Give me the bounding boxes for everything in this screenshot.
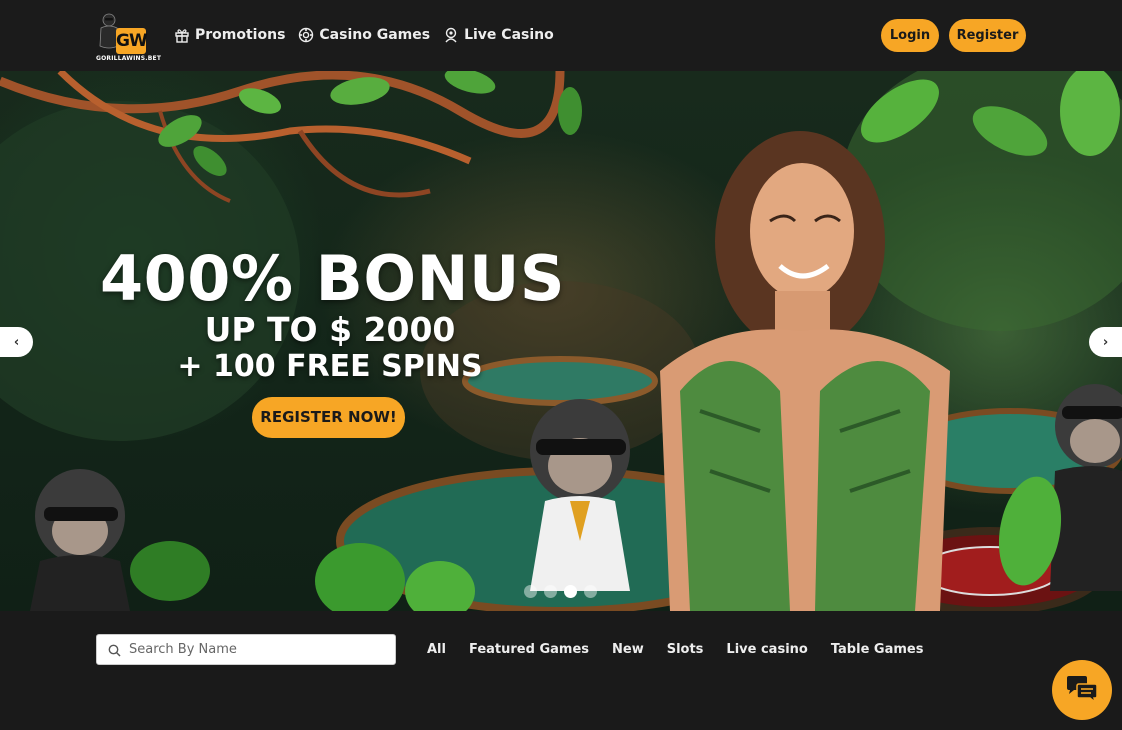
chat-bubbles-icon	[1067, 676, 1098, 704]
site-header: GW GORILLAWINS.BET Promotions Casino Gam…	[0, 0, 1122, 71]
gift-icon	[175, 29, 189, 43]
hero-title: 400% BONUS	[100, 242, 565, 315]
register-now-button[interactable]: REGISTER NOW!	[252, 397, 405, 438]
tab-slots[interactable]: Slots	[667, 642, 704, 658]
live-chat-button[interactable]	[1052, 660, 1112, 720]
hero-subtitle-amount: UP TO $ 2000	[204, 310, 456, 349]
chevron-left-icon: ‹	[13, 334, 20, 350]
slider-prev-button[interactable]: ‹	[0, 327, 33, 357]
site-logo[interactable]: GW GORILLAWINS.BET	[96, 10, 162, 64]
nav-item-label: Promotions	[195, 27, 286, 43]
game-search	[96, 634, 396, 665]
tab-table-games[interactable]: Table Games	[831, 642, 924, 658]
nav-item-live-casino[interactable]: Live Casino	[443, 25, 554, 45]
tab-featured-games[interactable]: Featured Games	[469, 642, 589, 658]
casino-chip-icon	[299, 27, 314, 43]
slider-next-button[interactable]: ›	[1089, 327, 1122, 357]
tab-all[interactable]: All	[427, 642, 446, 658]
login-button[interactable]: Login	[881, 19, 939, 52]
dealer-icon	[445, 27, 457, 43]
register-button[interactable]: Register	[949, 19, 1026, 52]
nav-item-label: Casino Games	[319, 27, 431, 43]
slider-dot-2[interactable]	[544, 585, 557, 598]
tab-new[interactable]: New	[612, 642, 644, 658]
nav-item-casino-games[interactable]: Casino Games	[298, 25, 430, 45]
slider-dot-3[interactable]	[564, 585, 577, 598]
chevron-right-icon: ›	[1102, 334, 1109, 350]
logo-letters: GW	[116, 28, 148, 54]
search-input[interactable]	[129, 635, 389, 664]
main-nav: Promotions Casino Games Live Casino	[174, 25, 554, 45]
nav-item-label: Live Casino	[464, 27, 554, 43]
hero-subtitle-spins: + 100 FREE SPINS	[177, 349, 483, 384]
search-icon	[108, 644, 121, 657]
nav-item-promotions[interactable]: Promotions	[174, 25, 285, 45]
slider-dot-4[interactable]	[584, 585, 597, 598]
game-category-tabs: All Featured Games New Slots Live casino…	[427, 642, 923, 658]
tab-live-casino[interactable]: Live casino	[726, 642, 807, 658]
slider-dot-1[interactable]	[524, 585, 537, 598]
logo-wordmark: GORILLAWINS.BET	[96, 55, 162, 62]
slider-pagination	[524, 585, 597, 598]
hero-banner: 400% BONUS UP TO $ 2000 + 100 FREE SPINS…	[0, 71, 1122, 611]
